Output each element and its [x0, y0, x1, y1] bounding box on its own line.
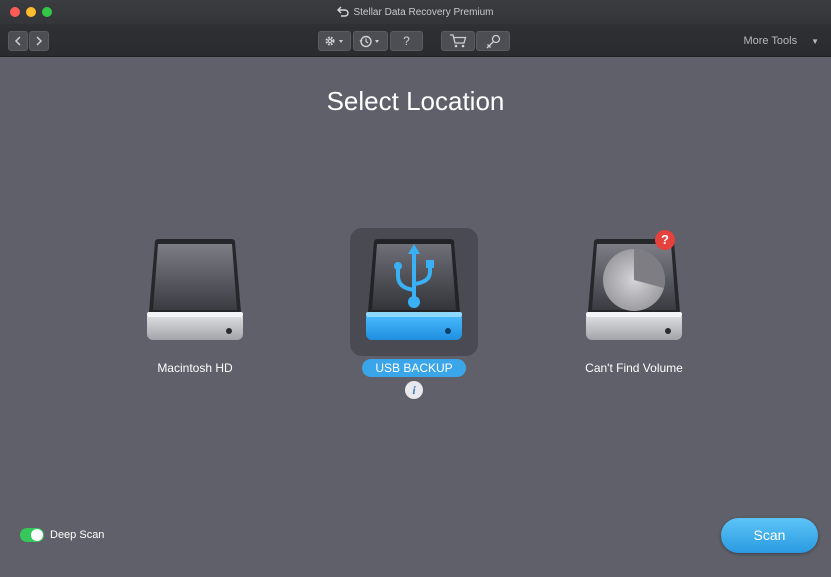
hard-drive-icon [147, 239, 243, 340]
cart-button[interactable] [441, 31, 475, 51]
scan-button[interactable]: Scan [721, 518, 818, 553]
dropdown-caret-icon [374, 39, 379, 43]
toggle-knob [31, 529, 43, 541]
pie-chart-icon [603, 248, 666, 311]
toolbar: ? More Tools ▼ [0, 24, 831, 57]
drive-cant-find-volume[interactable]: ? [570, 228, 698, 356]
gear-icon [324, 36, 335, 46]
help-button[interactable]: ? [390, 31, 423, 51]
history-icon [359, 35, 372, 47]
drive-macintosh-hd[interactable] [131, 228, 259, 356]
question-badge-icon: ? [655, 230, 675, 250]
activation-key-button[interactable] [476, 31, 510, 51]
history-menu-button[interactable] [353, 31, 388, 51]
drive-label-cant-find-volume[interactable]: Can't Find Volume [570, 359, 698, 377]
cart-icon [450, 34, 467, 48]
window-title: Stellar Data Recovery Premium [353, 7, 494, 18]
more-tools-label: More Tools [743, 35, 798, 47]
chevron-left-icon [14, 36, 21, 46]
chevron-down-icon: ▼ [811, 37, 819, 46]
more-tools-menu[interactable]: More Tools ▼ [743, 35, 819, 47]
app-logo-icon [337, 6, 350, 20]
title-bar: Stellar Data Recovery Premium [0, 0, 831, 24]
usb-drive-icon [366, 239, 462, 340]
drive-usb-backup[interactable] [350, 228, 478, 356]
dropdown-caret-icon [338, 40, 343, 43]
drive-label-macintosh-hd[interactable]: Macintosh HD [131, 359, 259, 377]
drive-label-usb-backup[interactable]: USB BACKUP [362, 359, 466, 377]
key-icon [486, 34, 501, 48]
back-button[interactable] [8, 31, 28, 51]
info-button[interactable]: i [405, 381, 423, 399]
chevron-right-icon [36, 36, 43, 46]
forward-button[interactable] [29, 31, 49, 51]
settings-menu-button[interactable] [318, 31, 351, 51]
help-icon: ? [403, 34, 410, 48]
deep-scan-toggle[interactable] [20, 528, 44, 542]
unknown-volume-icon [586, 239, 682, 340]
window-title-container: Stellar Data Recovery Premium [0, 6, 831, 20]
page-title: Select Location [326, 86, 505, 116]
deep-scan-label: Deep Scan [50, 529, 105, 541]
